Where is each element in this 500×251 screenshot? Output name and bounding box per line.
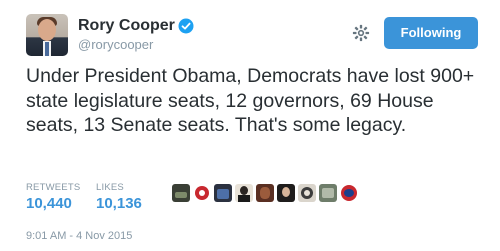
tweet-text: Under President Obama, Democrats have lo… bbox=[26, 65, 475, 136]
liker-avatar[interactable] bbox=[193, 184, 211, 202]
user-handle[interactable]: @rorycooper bbox=[78, 36, 194, 54]
retweets-count: 10,440 bbox=[26, 195, 72, 212]
liker-avatar[interactable] bbox=[172, 184, 190, 202]
avatar[interactable] bbox=[26, 14, 68, 56]
liker-avatar[interactable] bbox=[340, 184, 358, 202]
liker-avatar[interactable] bbox=[298, 184, 316, 202]
gear-icon[interactable] bbox=[352, 24, 370, 42]
retweets-stat[interactable]: RETWEETS 10,440 bbox=[26, 182, 80, 214]
display-name[interactable]: Rory Cooper bbox=[78, 16, 175, 36]
liker-avatar[interactable] bbox=[235, 184, 253, 202]
following-button[interactable]: Following bbox=[384, 17, 478, 49]
retweets-label: RETWEETS bbox=[26, 182, 81, 193]
tweet-card: Rory Cooper @rorycooper Following Under … bbox=[0, 0, 500, 251]
likes-stat[interactable]: LIKES 10,136 bbox=[96, 182, 142, 214]
likes-count: 10,136 bbox=[96, 195, 142, 212]
tweet-stats: RETWEETS 10,440 LIKES 10,136 bbox=[26, 180, 486, 222]
liker-avatar[interactable] bbox=[214, 184, 232, 202]
liker-avatar[interactable] bbox=[256, 184, 274, 202]
tweet-timestamp[interactable]: 9:01 AM - 4 Nov 2015 bbox=[26, 229, 132, 243]
likes-label: LIKES bbox=[96, 182, 124, 193]
verified-badge-icon bbox=[178, 18, 194, 34]
name-block: Rory Cooper @rorycooper bbox=[78, 16, 194, 54]
liker-avatar[interactable] bbox=[277, 184, 295, 202]
tweet-header: Rory Cooper @rorycooper Following bbox=[26, 14, 478, 58]
liker-avatar[interactable] bbox=[319, 184, 337, 202]
